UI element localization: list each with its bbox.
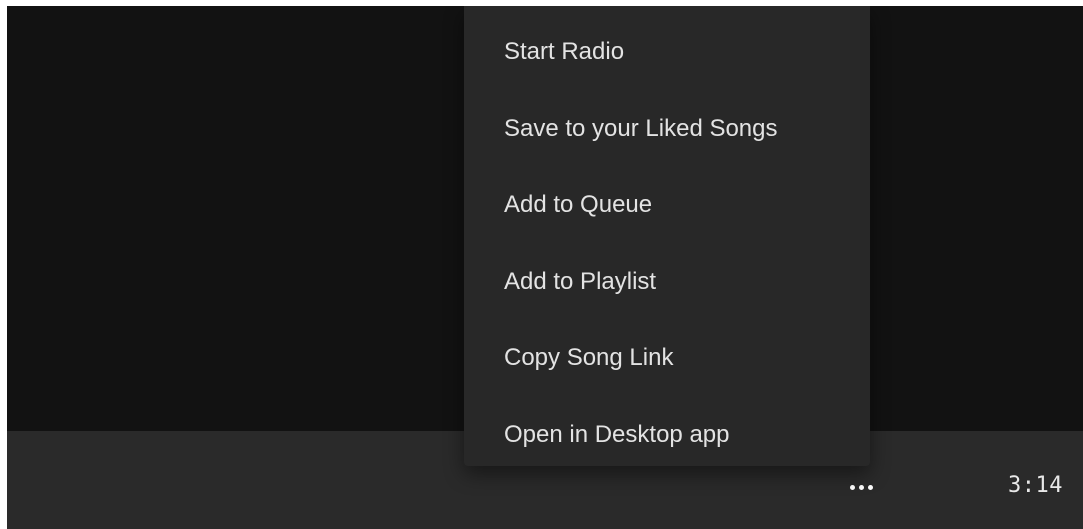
more-horizontal-icon <box>858 484 864 490</box>
more-horizontal-icon <box>849 484 855 490</box>
menu-item-add-to-playlist[interactable]: Add to Playlist <box>464 247 870 317</box>
menu-item-add-to-queue[interactable]: Add to Queue <box>464 170 870 240</box>
track-duration: 3:14 <box>1008 473 1063 498</box>
menu-item-save-to-liked-songs[interactable]: Save to your Liked Songs <box>464 94 870 164</box>
menu-item-open-in-desktop-app[interactable]: Open in Desktop app <box>464 400 870 470</box>
menu-item-start-radio[interactable]: Start Radio <box>464 17 870 87</box>
context-menu: Start Radio Save to your Liked Songs Add… <box>464 6 870 466</box>
player-window: 3:14 Start Radio Save to your Liked Song… <box>7 6 1083 529</box>
more-horizontal-icon <box>867 484 873 490</box>
more-options-button[interactable] <box>837 475 885 499</box>
menu-item-copy-song-link[interactable]: Copy Song Link <box>464 323 870 393</box>
